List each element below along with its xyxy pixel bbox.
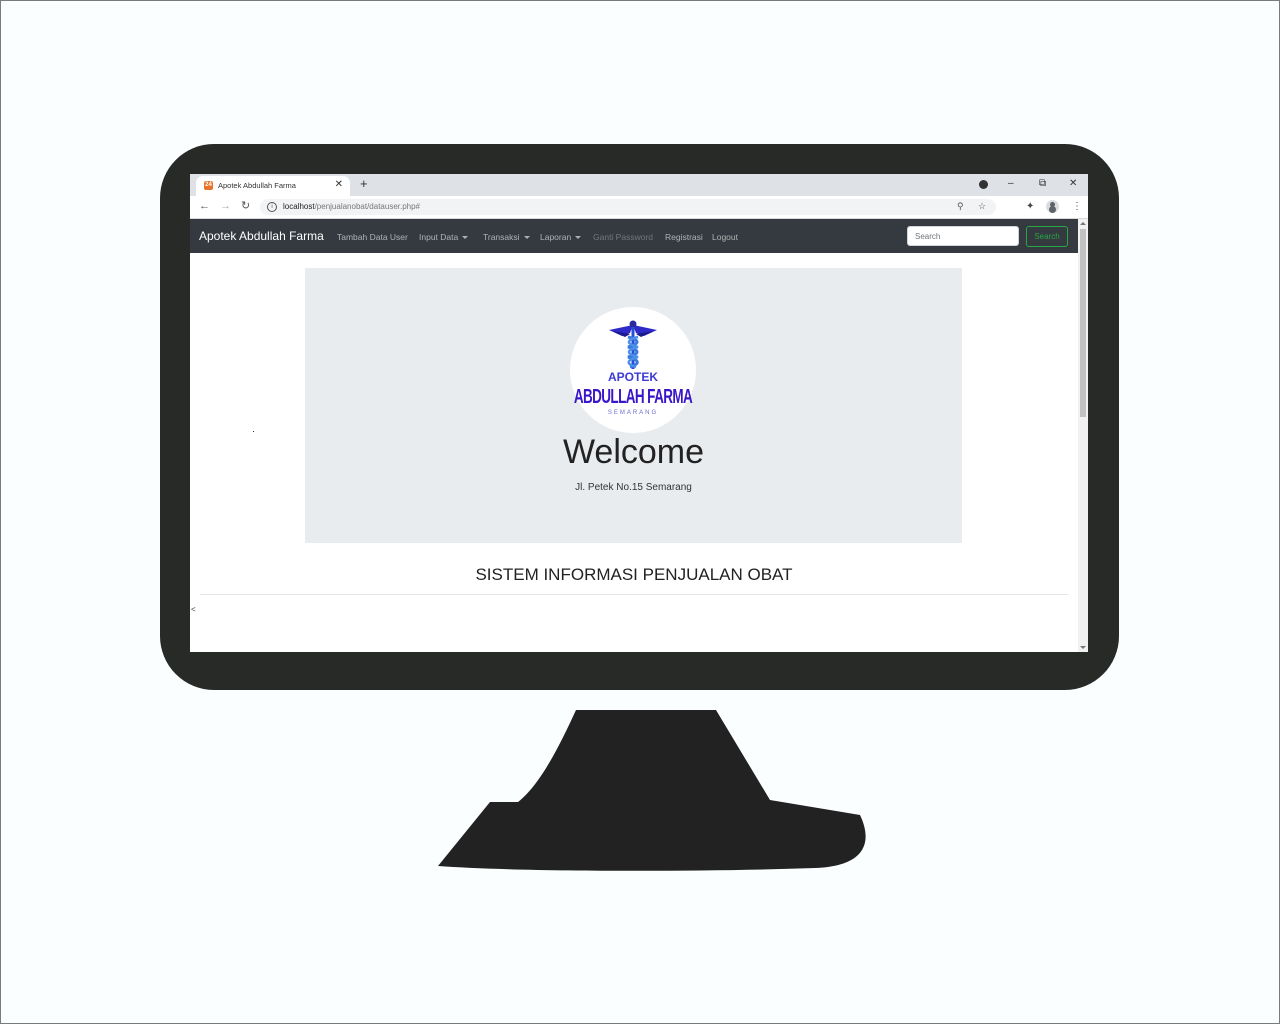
navbar-brand[interactable]: Apotek Abdullah Farma (199, 229, 324, 243)
caduceus-icon (609, 320, 657, 369)
search-button[interactable]: Search (1026, 226, 1068, 247)
url-text: localhost/penjualanobat/datauser.php# (283, 202, 420, 211)
nav-registrasi[interactable]: Registrasi (665, 232, 703, 242)
download-icon[interactable] (979, 180, 988, 189)
welcome-heading: Welcome (562, 433, 705, 471)
reload-icon[interactable]: ↻ (241, 200, 250, 213)
search-input[interactable] (907, 226, 1019, 246)
star-icon[interactable]: ☆ (978, 201, 986, 212)
vertical-scrollbar[interactable] (1078, 219, 1088, 652)
caret-down-icon (575, 236, 582, 240)
section-title: SISTEM INFORMASI PENJUALAN OBAT (475, 565, 793, 584)
url-host: localhost (283, 202, 315, 211)
nav-tambah-data-user[interactable]: Tambah Data User (337, 232, 408, 242)
profile-icon[interactable] (1046, 200, 1059, 213)
restore-icon[interactable]: ⧉ (1039, 177, 1046, 190)
tab-close-icon[interactable]: ✕ (335, 179, 343, 191)
browser-tab[interactable]: 24 Apotek Abdullah Farma ✕ (196, 176, 350, 196)
stray-dot (253, 431, 254, 432)
forward-arrow-icon[interactable]: → (220, 200, 231, 213)
nav-input-data[interactable]: Input Data (419, 232, 469, 242)
site-navbar: Apotek Abdullah Farma Tambah Data User I… (190, 219, 1078, 253)
divider (200, 594, 1068, 595)
nav-input-data-label: Input Data (419, 232, 459, 242)
address-text: Jl. Petek No.15 Semarang (575, 482, 692, 493)
scroll-up-arrow-icon[interactable] (1080, 222, 1086, 225)
logo-text-apotek: APOTEK (607, 370, 658, 384)
back-arrow-icon[interactable]: ← (199, 200, 210, 213)
jumbotron: APOTEK ABDULLAH FARMA SEMARANG Welcome J… (305, 268, 962, 543)
new-tab-icon[interactable]: + (360, 177, 368, 191)
page-viewport: Apotek Abdullah Farma Tambah Data User I… (190, 219, 1078, 652)
url-path: /penjualanobat/datauser.php# (314, 202, 421, 211)
nav-logout[interactable]: Logout (712, 232, 738, 242)
nav-transaksi-label: Transaksi (483, 232, 520, 242)
browser-window: 24 Apotek Abdullah Farma ✕ + – ⧉ ✕ ← → ↻… (190, 174, 1088, 652)
logo-text-city: SEMARANG (607, 410, 659, 416)
scroll-down-arrow-icon[interactable] (1080, 646, 1086, 649)
window-close-icon[interactable]: ✕ (1069, 177, 1077, 190)
menu-icon[interactable]: ⋮ (1072, 200, 1082, 213)
nav-ganti-password: Ganti Password (593, 232, 653, 242)
tab-strip: 24 Apotek Abdullah Farma ✕ + – ⧉ ✕ (190, 174, 1088, 196)
logo-text-name: ABDULLAH FARMA (573, 385, 693, 408)
nav-laporan[interactable]: Laporan (540, 232, 582, 242)
xampp-favicon-icon: 24 (204, 181, 213, 190)
info-icon[interactable]: i (267, 202, 277, 212)
tab-title: Apotek Abdullah Farma (218, 181, 296, 190)
nav-transaksi[interactable]: Transaksi (483, 232, 530, 242)
extensions-icon[interactable]: ✦ (1026, 200, 1034, 213)
scroll-thumb[interactable] (1080, 229, 1086, 417)
stray-text: < (191, 605, 196, 614)
caret-down-icon (462, 236, 469, 240)
zoom-icon[interactable]: ⚲ (957, 201, 964, 212)
minimize-icon[interactable]: – (1008, 177, 1014, 190)
caret-down-icon (523, 236, 530, 240)
browser-toolbar: ← → ↻ i localhost/penjualanobat/datauser… (190, 196, 1088, 219)
nav-laporan-label: Laporan (540, 232, 572, 242)
address-bar[interactable]: i localhost/penjualanobat/datauser.php# … (260, 199, 996, 215)
apotek-logo: APOTEK ABDULLAH FARMA SEMARANG (570, 307, 696, 433)
